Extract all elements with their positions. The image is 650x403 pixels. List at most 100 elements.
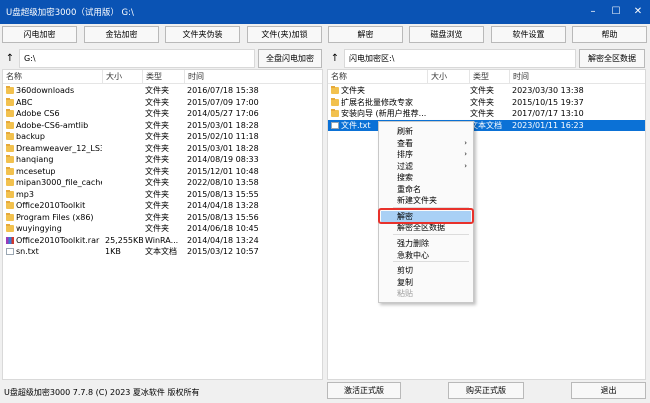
menu-item-5[interactable]: 重命名 <box>381 184 471 195</box>
cell-type: 文本文档 <box>145 247 177 256</box>
cell-time: 2014/04/18 13:28 <box>187 201 259 210</box>
cell-time: 2015/07/09 17:00 <box>187 97 259 107</box>
table-row[interactable]: Office2010Toolkit 文件夹 2014/04/18 13:28 <box>3 200 322 211</box>
table-row[interactable]: Program Files (x86) 文件夹 2015/08/13 15:56 <box>3 212 322 223</box>
table-row[interactable]: sn.txt 1KB 文本文档 2015/03/12 10:57 <box>3 246 322 257</box>
menu-item-1[interactable]: 查看 › <box>381 138 471 149</box>
table-row[interactable]: Adobe CS6 文件夹 2014/05/27 17:06 <box>3 108 322 119</box>
table-row[interactable]: 360downloads 文件夹 2016/07/18 15:38 <box>3 85 322 96</box>
table-row[interactable]: 安装向导 (新用户推荐... 文件夹 2017/07/17 13:10 <box>328 108 645 119</box>
cell-name: sn.txt <box>16 247 39 256</box>
table-row[interactable]: 文件夹 文件夹 2023/03/30 13:38 <box>328 85 645 96</box>
exit-button[interactable]: 退出 <box>571 382 646 399</box>
cell-time: 2014/05/27 17:06 <box>187 109 259 118</box>
menu-item-2[interactable]: 排序 › <box>381 149 471 160</box>
decrypt-button[interactable]: 解密 <box>328 26 403 43</box>
cell-type: 文本文档 <box>470 120 502 130</box>
cell-name: Office2010Toolkit.rar <box>16 235 100 245</box>
cell-type: 文件夹 <box>470 86 494 95</box>
folder-icon <box>6 132 14 140</box>
cell-time: 2015/03/01 18:28 <box>187 143 259 153</box>
table-row-selected[interactable]: 文件.txt1KB文本文档2023/01/11 16:23 <box>328 119 645 131</box>
folder-icon <box>6 178 14 186</box>
buy-button[interactable]: 购买正式版 <box>448 382 524 399</box>
table-row[interactable]: Adobe-CS6-amtlib 文件夹 2015/03/01 18:28 <box>3 120 322 131</box>
cell-type: 文件夹 <box>145 120 169 130</box>
chevron-right-icon: › <box>464 161 467 170</box>
menu-item-12[interactable]: 复制 <box>381 277 471 288</box>
menu-item-0[interactable]: 刷新 <box>381 126 471 137</box>
menu-item-label: 新建文件夹 <box>397 196 437 205</box>
table-row[interactable]: ABC 文件夹 2015/07/09 17:00 <box>3 97 322 108</box>
minimize-button[interactable]: – <box>582 0 604 24</box>
lightning-encrypt-button[interactable]: 闪电加密 <box>2 26 77 43</box>
file-icon <box>331 121 339 129</box>
close-button[interactable]: ✕ <box>627 0 649 24</box>
cell-type: 文件夹 <box>145 224 169 233</box>
decrypt-all-button[interactable]: 解密全区数据 <box>579 49 645 68</box>
help-button[interactable]: 帮助 <box>572 26 647 43</box>
left-up-icon[interactable]: ↑ <box>2 49 18 68</box>
table-row[interactable]: wuyingying 文件夹 2014/06/18 10:45 <box>3 223 322 234</box>
cell-type: 文件夹 <box>145 189 169 199</box>
maximize-button[interactable]: ☐ <box>605 0 627 24</box>
cell-time: 2015/10/15 19:37 <box>512 97 584 107</box>
right-file-list[interactable]: 名称 大小 类型 时间 文件夹 文件夹 2023/03/30 13:38 扩展名批量修… <box>327 69 646 380</box>
menu-item-6[interactable]: 新建文件夹 <box>381 195 471 206</box>
disk-browse-button[interactable]: 磁盘浏览 <box>409 26 484 43</box>
file-lock-button[interactable]: 文件(夹)加锁 <box>247 26 322 43</box>
table-row[interactable]: mp3 文件夹 2015/08/13 15:55 <box>3 189 322 200</box>
menu-item-label: 重命名 <box>397 184 421 194</box>
menu-item-label: 急救中心 <box>397 250 429 260</box>
cell-name: Dreamweaver_12_LS3 <box>16 143 102 153</box>
folder-icon <box>6 120 14 129</box>
header-name[interactable]: 名称 <box>328 70 428 83</box>
activate-button[interactable]: 激活正式版 <box>327 382 401 399</box>
header-time[interactable]: 时间 <box>185 70 322 83</box>
header-name[interactable]: 名称 <box>3 70 103 83</box>
menu-item-9[interactable]: 强力删除 <box>381 238 471 249</box>
cell-time: 2015/02/10 11:18 <box>187 132 259 141</box>
menu-separator <box>393 261 469 262</box>
folder-disguise-button[interactable]: 文件夹伪装 <box>165 26 240 43</box>
table-row[interactable]: mipan3000_file_cache 文件夹 2022/08/10 13:58 <box>3 177 322 188</box>
menu-item-11[interactable]: 剪切 <box>381 265 471 276</box>
table-row[interactable]: Dreamweaver_12_LS3 文件夹 2015/03/01 18:28 <box>3 143 322 154</box>
header-time[interactable]: 时间 <box>510 70 645 83</box>
left-list-header: 名称 大小 类型 时间 <box>3 70 322 84</box>
cell-type: 文件夹 <box>145 178 169 187</box>
left-file-list[interactable]: 名称 大小 类型 时间 360downloads 文件夹 2016/07/18 15… <box>2 69 323 380</box>
diamond-encrypt-button[interactable]: 金钻加密 <box>84 26 159 43</box>
table-row[interactable]: Office2010Toolkit.rar 25,255KB WinRA... 201… <box>3 235 322 246</box>
table-row[interactable]: mcesetup 文件夹 2015/12/01 10:48 <box>3 166 322 177</box>
cell-time: 2022/08/10 13:58 <box>187 178 259 187</box>
cell-type: 文件夹 <box>470 97 494 107</box>
toolbar: 闪电加密 金钻加密 文件夹伪装 文件(夹)加锁 解密 磁盘浏览 软件设置 帮助 <box>0 26 650 44</box>
cell-size: 25,255KB <box>105 235 143 245</box>
menu-item-label: 排序 <box>397 150 413 159</box>
right-path-input[interactable]: 闪电加密区:\ <box>344 49 576 68</box>
full-disk-encrypt-button[interactable]: 全盘闪电加密 <box>258 49 322 68</box>
cell-name: mp3 <box>16 189 34 199</box>
settings-button[interactable]: 软件设置 <box>491 26 566 43</box>
menu-item-10[interactable]: 急救中心 <box>381 250 471 261</box>
copyright-text: U盘超级加密3000 7.7.8 (C) 2023 夏冰软件 版权所有 <box>4 388 200 397</box>
right-list-header: 名称 大小 类型 时间 <box>328 70 645 84</box>
cell-name: 360downloads <box>16 86 75 95</box>
cell-name: ABC <box>16 97 33 107</box>
header-size[interactable]: 大小 <box>428 70 470 83</box>
header-size[interactable]: 大小 <box>103 70 143 83</box>
menu-item-3[interactable]: 过滤 › <box>381 161 471 172</box>
left-path-input[interactable]: G:\ <box>19 49 255 68</box>
right-up-icon[interactable]: ↑ <box>327 49 343 68</box>
header-type[interactable]: 类型 <box>470 70 510 83</box>
cell-type: 文件夹 <box>470 109 494 118</box>
menu-item-4[interactable]: 搜索 <box>381 172 471 183</box>
menu-item-label: 搜索 <box>397 173 413 182</box>
header-type[interactable]: 类型 <box>143 70 185 83</box>
table-row[interactable]: backup 文件夹 2015/02/10 11:18 <box>3 131 322 142</box>
cell-type: 文件夹 <box>145 201 169 210</box>
folder-icon <box>331 86 339 94</box>
table-row[interactable]: 扩展名批量修改专家 文件夹 2015/10/15 19:37 <box>328 97 645 108</box>
table-row[interactable]: hanqiang 文件夹 2014/08/19 08:33 <box>3 154 322 165</box>
